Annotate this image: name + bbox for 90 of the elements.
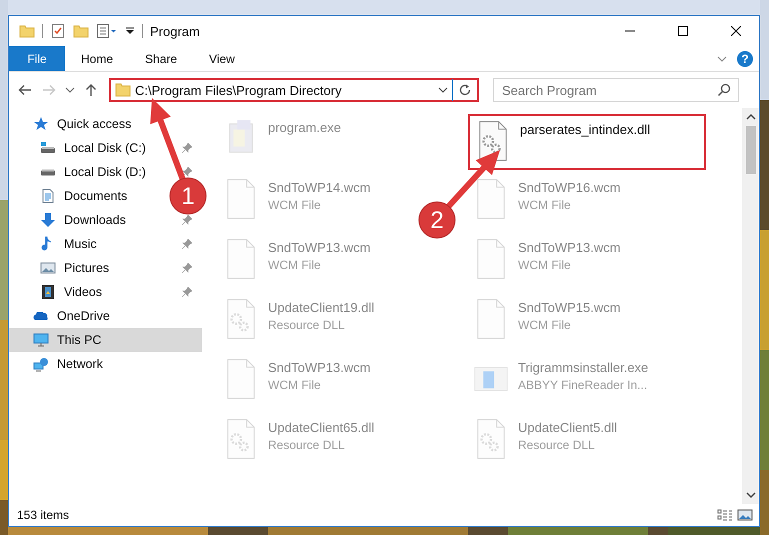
sidebar-label: Downloads <box>64 213 126 227</box>
ribbon-tab[interactable]: Home <box>65 46 130 71</box>
sidebar-label: Documents <box>64 189 128 203</box>
file-name: Trigrammsinstaller.exe <box>518 360 648 375</box>
pin-icon[interactable] <box>182 167 192 177</box>
document-icon <box>40 188 56 204</box>
vertical-scrollbar[interactable] <box>742 108 759 504</box>
file-type: WCM File <box>518 198 572 212</box>
sidebar-item[interactable]: Quick access <box>9 112 138 136</box>
sidebar-item[interactable]: Music <box>9 232 103 256</box>
sidebar-label: OneDrive <box>57 309 110 323</box>
address-bar[interactable]: C:\Program Files\Program Directory <box>109 78 479 102</box>
sidebar-item[interactable]: Local Disk (C:) <box>9 136 152 160</box>
number-badge: 2 <box>418 202 456 238</box>
window-title: Program <box>150 24 200 38</box>
refresh-icon[interactable] <box>457 82 473 98</box>
file-name: UpdateClient65.dll <box>268 420 374 435</box>
file-name: program.exe <box>268 120 341 135</box>
file-name: UpdateClient19.dll <box>268 300 374 315</box>
callout-arrow <box>446 150 500 209</box>
drive-icon <box>40 140 56 156</box>
sidebar-label: This PC <box>57 333 102 347</box>
sidebar-label: Local Disk (C:) <box>64 141 146 155</box>
address-dropdown-icon[interactable] <box>438 85 448 95</box>
customize-dropdown-icon[interactable] <box>125 26 135 36</box>
sidebar-item[interactable]: Pictures <box>9 256 116 280</box>
sidebar-label: Quick access <box>57 117 132 131</box>
pin-icon[interactable] <box>182 287 192 297</box>
search-field[interactable]: Search Program <box>493 78 739 102</box>
monitor-icon <box>33 332 49 348</box>
file-menu-tab[interactable]: File <box>9 46 65 71</box>
recent-locations-icon[interactable] <box>65 85 75 95</box>
scroll-down-icon[interactable] <box>746 490 756 500</box>
file-type: WCM File <box>518 318 572 332</box>
pin-icon[interactable] <box>182 143 192 153</box>
network-icon <box>33 356 49 372</box>
scroll-up-icon[interactable] <box>746 112 756 122</box>
file-type: Resource DLL <box>518 438 596 452</box>
large-icons-view-icon[interactable] <box>737 507 753 523</box>
sidebar-item[interactable]: Local Disk (D:) <box>9 160 152 184</box>
file-type: WCM File <box>268 198 322 212</box>
sidebar-label: Videos <box>64 285 102 299</box>
sidebar-label: Music <box>64 237 97 251</box>
picture-frame-icon <box>40 260 56 276</box>
sidebar-item[interactable]: OneDrive <box>9 304 116 328</box>
sidebar-label: Local Disk (D:) <box>64 165 146 179</box>
sidebar-label: Pictures <box>64 261 110 275</box>
file-name: SndToWP14.wcm <box>268 180 371 195</box>
sidebar-item[interactable]: Downloads <box>9 208 132 232</box>
cloud-icon <box>33 312 49 320</box>
sidebar-item[interactable]: Documents <box>9 184 134 208</box>
file-name: SndToWP15.wcm <box>518 300 621 315</box>
ribbon-tab[interactable]: Share <box>129 46 194 71</box>
file-name: SndToWP13.wcm <box>268 360 371 375</box>
close-icon <box>731 26 741 36</box>
file-type: Resource DLL <box>268 318 346 332</box>
file-type: WCM File <box>268 378 322 392</box>
number-badge: 1 <box>170 178 206 214</box>
file-name: parserates_intindex.dll <box>520 122 650 137</box>
expand-ribbon-icon[interactable] <box>717 54 727 64</box>
file-name: UpdateClient5.dll <box>518 420 618 435</box>
view-options-icon[interactable] <box>96 23 118 39</box>
folder-icon <box>115 82 131 98</box>
star-icon <box>33 116 49 132</box>
file-type: Resource DLL <box>268 438 346 452</box>
sidebar-item[interactable]: Videos <box>9 280 108 304</box>
sidebar-item[interactable]: This PC <box>9 328 202 352</box>
pin-icon[interactable] <box>182 215 192 225</box>
scrollbar-thumb[interactable] <box>746 126 756 174</box>
file-type: WCM File <box>268 258 322 272</box>
address-path: C:\Program Files\Program Directory <box>135 82 343 98</box>
file-type: WCM File <box>518 258 572 272</box>
file-name: SndToWP16.wcm <box>518 180 621 195</box>
pin-icon[interactable] <box>182 239 192 249</box>
film-strip-icon <box>40 284 56 300</box>
pin-icon[interactable] <box>182 263 192 273</box>
sidebar-label: Network <box>57 357 103 371</box>
file-type: ABBYY FineReader In... <box>518 378 648 392</box>
details-view-icon[interactable] <box>717 507 733 523</box>
help-button[interactable]: ? <box>737 50 753 66</box>
file-name: SndToWP13.wcm <box>268 240 371 255</box>
item-count: 153 items <box>17 508 70 522</box>
properties-icon[interactable] <box>50 23 66 39</box>
download-arrow-icon <box>40 212 56 228</box>
maximize-icon <box>678 26 688 36</box>
drive-icon <box>40 168 56 176</box>
ribbon-tab[interactable]: View <box>193 46 251 71</box>
sidebar-item[interactable]: Network <box>9 352 109 376</box>
file-name: SndToWP13.wcm <box>518 240 621 255</box>
search-icon[interactable] <box>716 82 732 98</box>
